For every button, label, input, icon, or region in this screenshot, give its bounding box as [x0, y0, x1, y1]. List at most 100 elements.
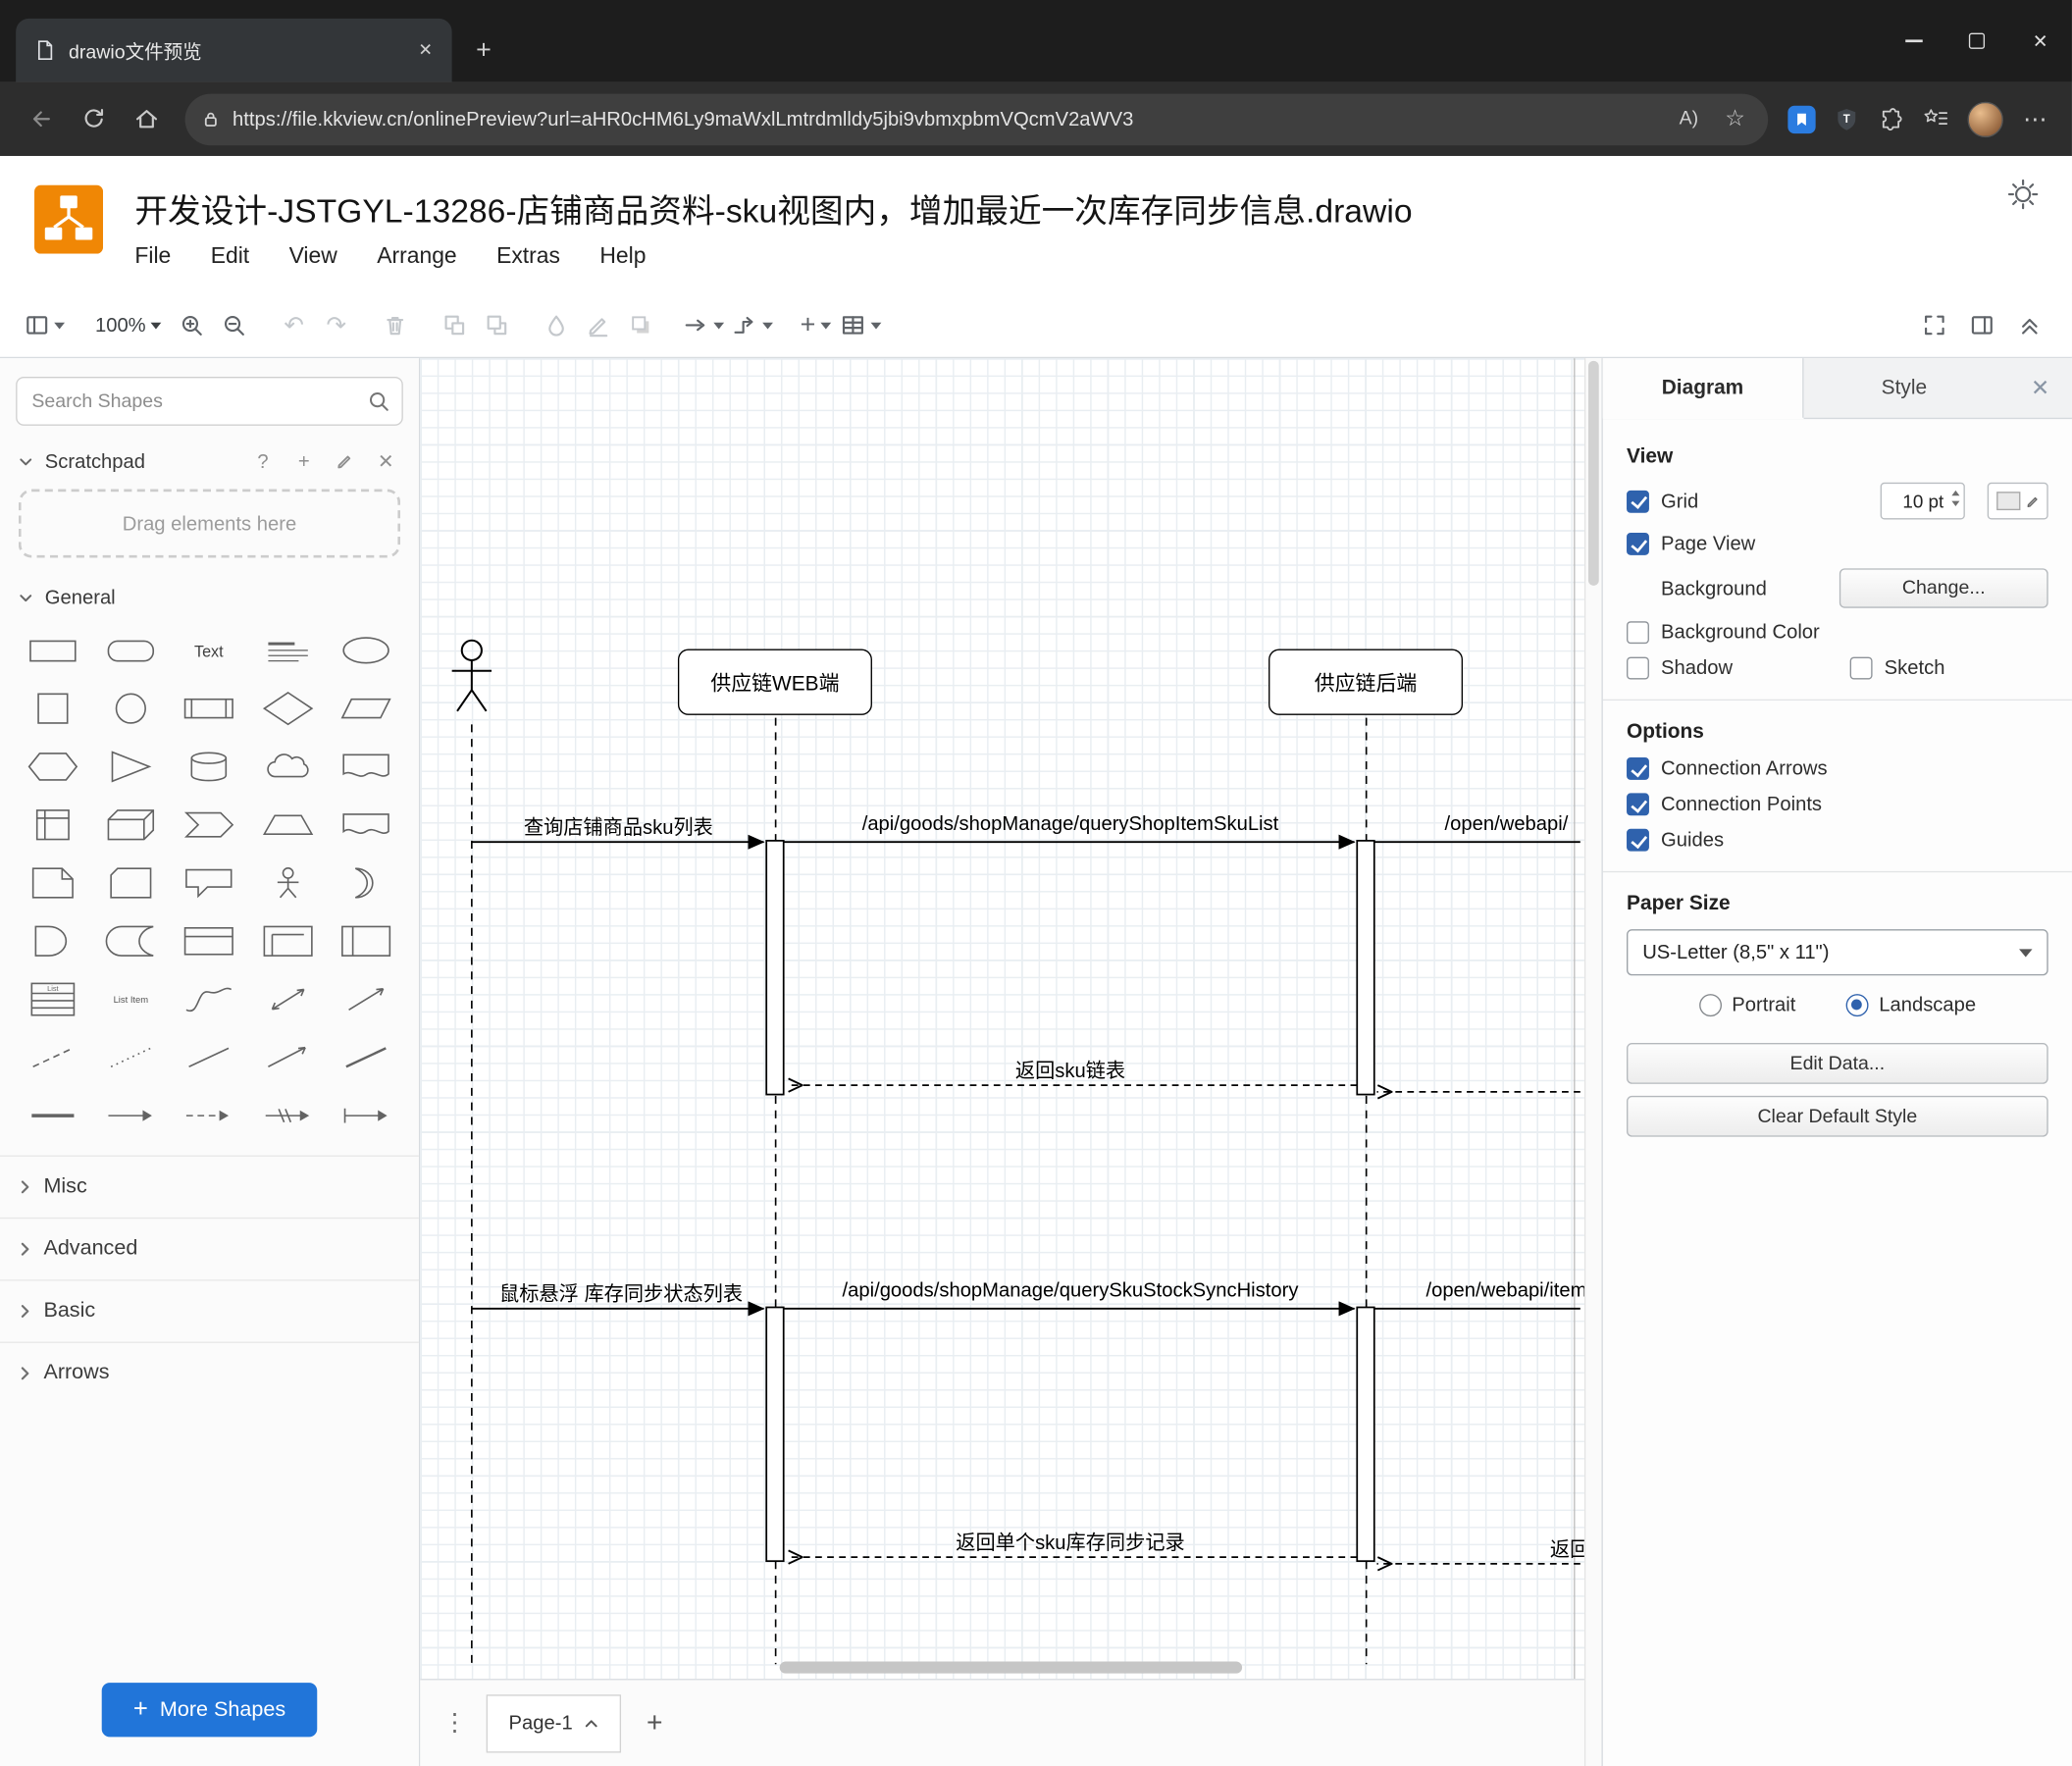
table-button[interactable]: [837, 303, 886, 348]
shape-cube[interactable]: [91, 803, 170, 846]
shape-heading[interactable]: [248, 628, 327, 671]
shape-arrow[interactable]: [91, 1093, 170, 1136]
window-maximize-button[interactable]: [1945, 0, 2009, 82]
zoom-out-button[interactable]: [213, 303, 255, 348]
new-tab-button[interactable]: +: [462, 29, 504, 72]
message-return-single-sku-record[interactable]: 返回单个sku库存同步记录: [956, 1528, 1184, 1555]
shape-process[interactable]: [170, 686, 248, 729]
scratchpad-close-icon[interactable]: ✕: [371, 449, 400, 473]
message-open-webapi[interactable]: /open/webapi/: [1445, 813, 1569, 836]
format-panel-toggle-button[interactable]: [1961, 303, 2003, 348]
shape-text[interactable]: Text: [170, 628, 248, 671]
shape-arrow-with-tail[interactable]: [327, 1093, 405, 1136]
shield-extension-icon[interactable]: T: [1825, 98, 1867, 140]
message-return-sku-list[interactable]: 返回sku链表: [1015, 1056, 1125, 1083]
portrait-option[interactable]: Portrait: [1698, 994, 1795, 1017]
shape-and[interactable]: [13, 918, 91, 961]
shape-tape[interactable]: [327, 803, 405, 846]
shape-dashed-line[interactable]: [13, 1035, 91, 1078]
sketch-checkbox[interactable]: [1849, 656, 1873, 680]
browser-menu-button[interactable]: ⋯: [2014, 98, 2056, 140]
scratchpad-edit-icon[interactable]: [331, 452, 360, 471]
shape-diagonal-line[interactable]: [327, 1035, 405, 1078]
message-open-webapi-item[interactable]: /open/webapi/item: [1425, 1279, 1583, 1302]
menu-help[interactable]: Help: [599, 243, 646, 270]
shape-parallelogram[interactable]: [327, 686, 405, 729]
page-tab[interactable]: Page-1: [486, 1693, 622, 1752]
shape-document[interactable]: [327, 745, 405, 788]
shape-note[interactable]: [13, 860, 91, 904]
shape-actor[interactable]: [248, 860, 327, 904]
grid-color-button[interactable]: [1987, 482, 2048, 520]
clear-default-style-button[interactable]: Clear Default Style: [1627, 1095, 2048, 1137]
page-view-checkbox[interactable]: [1627, 532, 1649, 555]
browser-tab[interactable]: drawio文件预览 ✕: [16, 18, 452, 82]
shape-cylinder[interactable]: [170, 745, 248, 788]
shape-dashed-arrow[interactable]: [170, 1093, 248, 1136]
more-shapes-button[interactable]: + More Shapes: [101, 1683, 318, 1738]
search-input[interactable]: [16, 376, 403, 426]
connection-points-checkbox[interactable]: [1627, 793, 1649, 816]
paper-size-select[interactable]: US-Letter (8,5" x 11"): [1627, 929, 2048, 976]
shape-directional-arrow[interactable]: [248, 1035, 327, 1078]
message-api-query-sku-stock-sync-history[interactable]: /api/goods/shopManage/querySkuStockSyncH…: [843, 1279, 1299, 1302]
undo-button[interactable]: ↶: [273, 303, 315, 348]
shadow-button[interactable]: [620, 303, 662, 348]
connection-arrows-checkbox[interactable]: [1627, 757, 1649, 780]
shape-triangle[interactable]: [91, 745, 170, 788]
shape-circle[interactable]: [91, 686, 170, 729]
window-close-button[interactable]: ✕: [2008, 0, 2072, 82]
theme-toggle-button[interactable]: [2000, 172, 2046, 217]
shape-callout[interactable]: [170, 860, 248, 904]
grid-checkbox[interactable]: [1627, 490, 1649, 513]
zoom-dropdown[interactable]: 100%: [86, 303, 172, 348]
scratchpad-help-icon[interactable]: ?: [248, 450, 278, 473]
diagram-canvas[interactable]: 供应链WEB端 供应链后端 查询店铺商品sku列表 /api/goods/sho…: [420, 358, 1584, 1680]
message-return-partial[interactable]: 返回: [1550, 1534, 1584, 1562]
scratchpad-add-icon[interactable]: +: [289, 450, 319, 473]
landscape-option[interactable]: Landscape: [1845, 994, 1976, 1017]
vertical-scrollbar-thumb[interactable]: [1587, 360, 1599, 586]
menu-extras[interactable]: Extras: [496, 243, 560, 270]
tab-style[interactable]: Style: [1804, 358, 2005, 418]
shape-link[interactable]: [248, 1093, 327, 1136]
vertical-scrollbar[interactable]: [1583, 358, 1602, 1766]
connection-style-button[interactable]: [680, 303, 729, 348]
shadow-checkbox[interactable]: [1627, 656, 1649, 680]
shape-dotted-line[interactable]: [91, 1035, 170, 1078]
reload-button[interactable]: [69, 94, 119, 144]
waypoint-style-button[interactable]: [729, 303, 778, 348]
grid-size-spinner[interactable]: [1951, 490, 1960, 506]
actor-figure[interactable]: [451, 639, 492, 712]
back-button[interactable]: [16, 94, 66, 144]
window-minimize-button[interactable]: [1882, 0, 1945, 82]
view-panels-button[interactable]: [22, 303, 69, 348]
shape-rectangle[interactable]: [13, 628, 91, 671]
grid-size-input[interactable]: 10 pt: [1880, 482, 1965, 520]
scratchpad-dropzone[interactable]: Drag elements here: [18, 489, 401, 558]
shape-list[interactable]: List: [13, 977, 91, 1020]
address-bar[interactable]: https://file.kkview.cn/onlinePreview?url…: [184, 92, 1769, 145]
delete-button[interactable]: [375, 303, 417, 348]
scratchpad-header[interactable]: Scratchpad ? + ✕: [0, 437, 419, 487]
shape-trapezoid[interactable]: [248, 803, 327, 846]
shape-step[interactable]: [170, 803, 248, 846]
favorites-bar-icon[interactable]: [1915, 98, 1957, 140]
background-change-button[interactable]: Change...: [1839, 568, 2048, 608]
section-arrows-header[interactable]: Arrows: [0, 1341, 419, 1404]
home-button[interactable]: [122, 94, 172, 144]
menu-arrange[interactable]: Arrange: [377, 243, 456, 270]
pages-menu-button[interactable]: ⋮: [434, 1702, 476, 1744]
spinner-down-icon[interactable]: [1951, 499, 1960, 506]
profile-avatar[interactable]: [1967, 101, 2003, 137]
shape-or[interactable]: [327, 860, 405, 904]
extension-bookmark-icon[interactable]: [1787, 105, 1816, 133]
fullscreen-button[interactable]: [1913, 303, 1955, 348]
message-query-sku-list[interactable]: 查询店铺商品sku列表: [524, 813, 713, 841]
fill-color-button[interactable]: [536, 303, 578, 348]
shape-list-item[interactable]: List Item: [91, 977, 170, 1020]
shape-line[interactable]: [170, 1035, 248, 1078]
menu-view[interactable]: View: [289, 243, 337, 270]
shape-ellipse[interactable]: [327, 628, 405, 671]
read-aloud-icon[interactable]: A): [1672, 102, 1706, 136]
